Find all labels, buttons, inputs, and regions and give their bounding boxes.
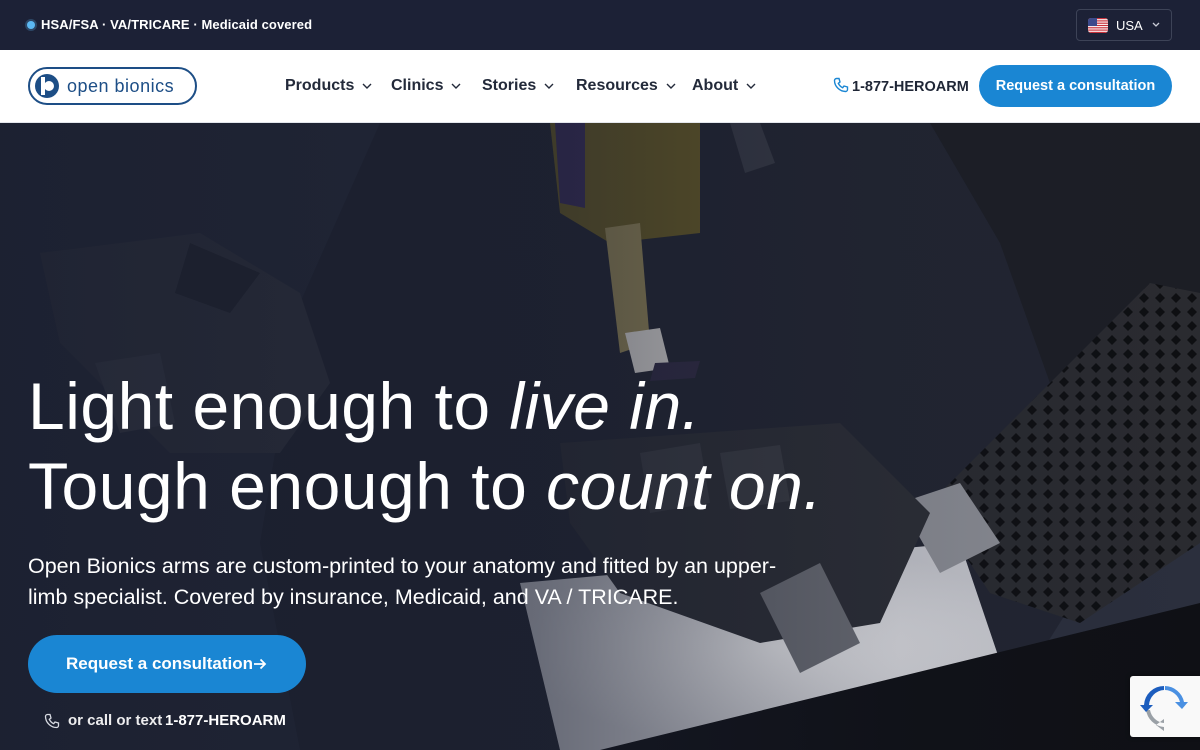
nav-about-label: About bbox=[692, 77, 739, 94]
hero-phone-number[interactable]: 1-877-HEROARM bbox=[165, 712, 286, 729]
coverage-announcement: HSA/FSA · VA/TRICARE · Medicaid covered bbox=[41, 17, 313, 32]
hero-headline-line-2: Tough enough to count on. bbox=[28, 446, 822, 526]
chevron-down-icon bbox=[1152, 22, 1160, 27]
nav-phone-link[interactable]: 1-877-HEROARM bbox=[833, 77, 969, 95]
nav-clinics[interactable]: Clinics bbox=[391, 77, 461, 95]
hero-subtitle: Open Bionics arms are custom-printed to … bbox=[28, 554, 777, 609]
headline-2-plain: Tough enough to bbox=[28, 449, 547, 523]
headline-1-italic: live in. bbox=[509, 369, 701, 443]
nav-stories-label: Stories bbox=[482, 77, 537, 94]
nav-stories[interactable]: Stories bbox=[482, 77, 554, 95]
us-flag-icon bbox=[1088, 18, 1108, 33]
status-dot-icon bbox=[27, 21, 35, 29]
nav-clinics-label: Clinics bbox=[391, 77, 444, 94]
chevron-down-icon bbox=[451, 83, 461, 89]
nav-phone-number: 1-877-HEROARM bbox=[852, 79, 969, 95]
nav-request-consultation-button[interactable]: Request a consultation bbox=[979, 65, 1172, 107]
open-bionics-logo[interactable]: open bionics bbox=[28, 67, 197, 105]
nav-about[interactable]: About bbox=[692, 77, 756, 95]
headline-1-plain: Light enough to bbox=[28, 369, 510, 443]
headline-2-italic: count on. bbox=[546, 449, 823, 523]
hero-cta-label: Request a consultation bbox=[66, 654, 254, 673]
country-label: USA bbox=[1116, 18, 1143, 33]
hero-request-consultation-button[interactable]: Request a consultation bbox=[28, 635, 306, 693]
chevron-down-icon bbox=[746, 83, 756, 89]
nav-products[interactable]: Products bbox=[285, 77, 372, 95]
hero-section: Light enough to live in. Tough enough to… bbox=[0, 123, 1200, 750]
chevron-down-icon bbox=[666, 83, 676, 89]
call-prefix-text: or call or text bbox=[68, 712, 163, 729]
arrow-right-icon bbox=[254, 658, 267, 670]
recaptcha-icon bbox=[1140, 686, 1188, 731]
announcement-bar: HSA/FSA · VA/TRICARE · Medicaid covered … bbox=[0, 0, 1200, 50]
nav-resources-label: Resources bbox=[576, 77, 658, 94]
country-selector[interactable]: USA bbox=[1076, 9, 1172, 41]
phone-icon bbox=[833, 77, 849, 93]
main-navigation: open bionics Products Clinics Stories Re… bbox=[0, 50, 1200, 123]
chevron-down-icon bbox=[362, 83, 372, 89]
svg-text:open bionics: open bionics bbox=[67, 76, 174, 96]
nav-resources[interactable]: Resources bbox=[576, 77, 676, 95]
hero-headline-line-1: Light enough to live in. bbox=[28, 366, 701, 446]
phone-icon bbox=[44, 713, 60, 729]
chevron-down-icon bbox=[544, 83, 554, 89]
nav-products-label: Products bbox=[285, 77, 355, 94]
recaptcha-badge[interactable] bbox=[1130, 676, 1200, 737]
